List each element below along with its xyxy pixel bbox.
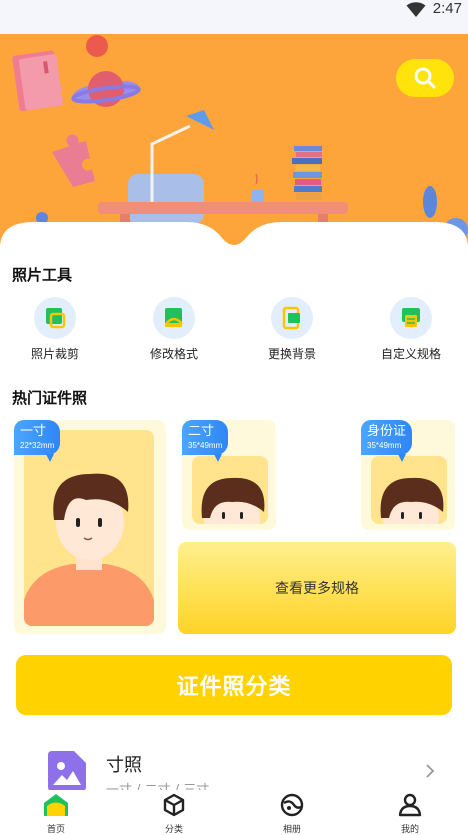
tab-label: 相册 xyxy=(282,825,301,835)
photo-tools-title: 照片工具 xyxy=(12,266,73,284)
photo-category-button[interactable]: 证件照分类 xyxy=(16,655,452,715)
tab-mine[interactable]: 我的 xyxy=(380,793,440,835)
photo-card-id[interactable]: 身份证 35*49mm xyxy=(361,420,455,530)
status-bar: 2:47 xyxy=(0,0,468,34)
tool-label: 修改格式 xyxy=(149,347,198,361)
tool-change-background[interactable]: 更换背景 xyxy=(242,297,342,362)
portrait-frame xyxy=(24,430,154,626)
user-icon xyxy=(398,793,422,817)
hot-photos-title: 热门证件照 xyxy=(12,389,88,407)
tab-label: 分类 xyxy=(164,825,183,835)
tag-tail xyxy=(398,454,407,462)
size-tag-name: 二寸 xyxy=(188,424,215,439)
tag-tail xyxy=(46,454,55,462)
portrait-frame xyxy=(192,456,268,524)
more-specs-button[interactable]: 查看更多规格 xyxy=(178,542,456,634)
tag-tail xyxy=(214,454,223,462)
size-tag: 一寸 22*32mm xyxy=(14,420,61,462)
photo-card-1inch[interactable]: 一寸 22*32mm xyxy=(14,420,166,634)
chevron-right-icon xyxy=(426,764,435,778)
portrait-illustration xyxy=(380,477,444,524)
wifi-icon xyxy=(406,2,426,18)
size-tag-dimensions: 35*49mm xyxy=(367,441,402,450)
list-item-title: 寸照 xyxy=(106,755,142,776)
size-tag-name: 一寸 xyxy=(20,424,47,439)
image-icon xyxy=(48,751,86,791)
format-icon xyxy=(153,297,195,339)
tab-home[interactable]: 首页 xyxy=(26,793,86,835)
cube-icon xyxy=(163,793,185,817)
size-tag: 身份证 35*49mm xyxy=(361,420,413,462)
album-icon xyxy=(280,793,304,817)
size-tag-dimensions: 35*49mm xyxy=(188,441,223,450)
search-button[interactable] xyxy=(396,59,454,97)
tool-photo-crop[interactable]: 照片裁剪 xyxy=(5,297,105,362)
tool-custom-spec[interactable]: 自定义规格 xyxy=(361,297,461,362)
tool-label: 更换背景 xyxy=(267,347,316,361)
size-tag-name: 身份证 xyxy=(367,424,407,439)
tab-label: 首页 xyxy=(46,825,65,835)
tool-label: 自定义规格 xyxy=(380,347,441,361)
status-time: 2:47 xyxy=(432,0,462,17)
tool-label: 照片裁剪 xyxy=(30,347,79,361)
size-tag-dimensions: 22*32mm xyxy=(20,441,55,450)
tab-category[interactable]: 分类 xyxy=(144,793,204,835)
portrait-frame xyxy=(371,456,447,524)
list-item[interactable]: 寸照 一寸 / 二寸 / 三寸 xyxy=(0,745,468,798)
home-icon xyxy=(44,794,68,816)
tab-label: 我的 xyxy=(400,825,419,835)
size-tag: 二寸 35*49mm xyxy=(182,420,229,462)
custom-spec-icon xyxy=(390,297,432,339)
tool-change-format[interactable]: 修改格式 xyxy=(124,297,224,362)
tab-album[interactable]: 相册 xyxy=(262,793,322,835)
photo-tools-grid: 照片裁剪 修改格式 更换背景 自定义规格 xyxy=(0,297,468,363)
bottom-tab-bar: 首页 分类 相册 我的 xyxy=(0,790,468,835)
search-icon xyxy=(414,67,436,89)
background-swap-icon xyxy=(271,297,313,339)
portrait-illustration xyxy=(201,477,265,524)
photo-card-2inch[interactable]: 二寸 35*49mm xyxy=(182,420,276,530)
portrait-illustration xyxy=(24,473,154,626)
crop-icon xyxy=(34,297,76,339)
